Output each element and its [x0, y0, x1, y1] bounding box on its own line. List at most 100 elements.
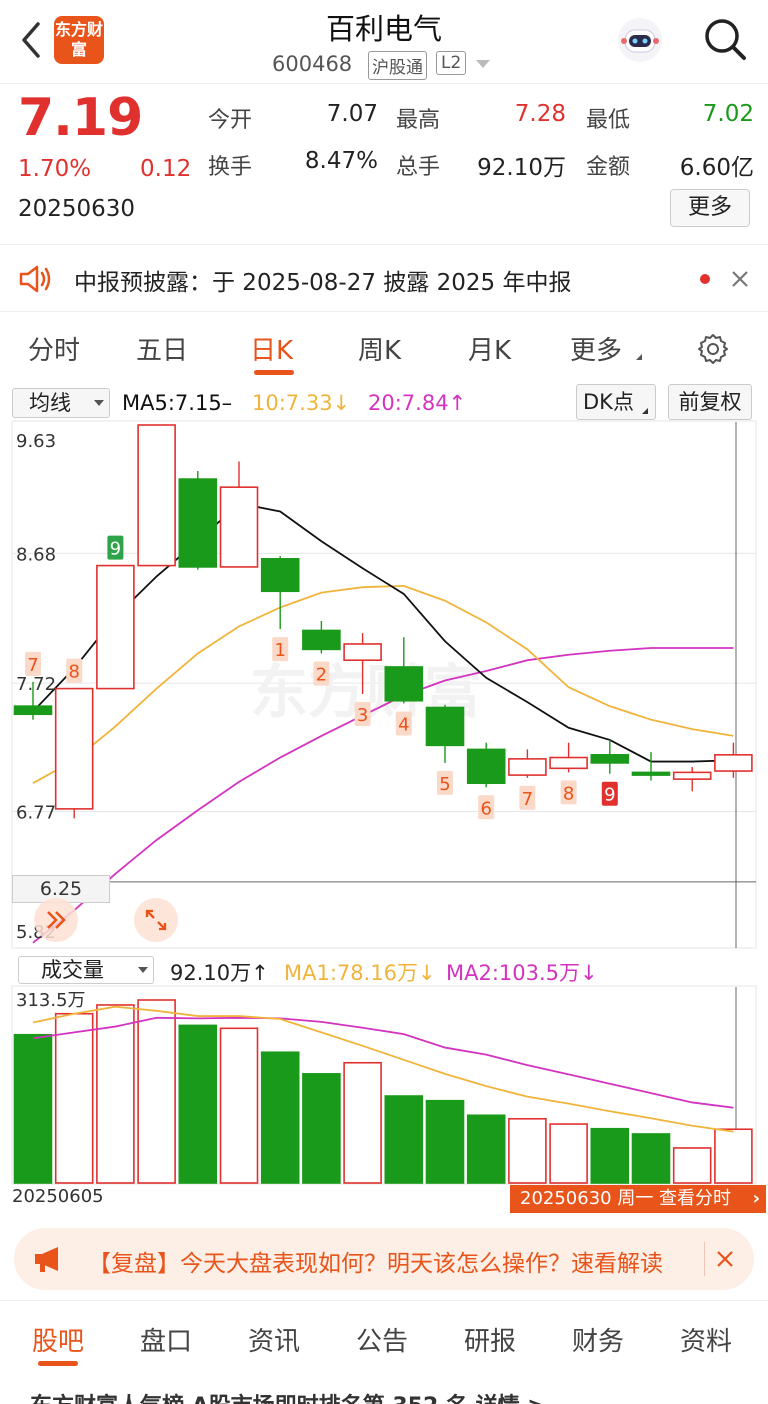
ma20-readout: 20:7.84↑ — [368, 391, 467, 415]
popularity-rank-row[interactable]: 东方财富人气榜 A股市场即时排名第 352 名 详情 > — [30, 1388, 546, 1404]
volume-bar — [425, 1099, 465, 1184]
active-bottom-tab-indicator — [38, 1361, 78, 1366]
kline-chart[interactable]: 东方财富 7 89123 456 7 8 9 9.638.687.726.775.82 — [0, 420, 768, 950]
collapse-panel-button[interactable] — [34, 898, 78, 942]
l2-badge[interactable]: L2 — [436, 51, 467, 75]
indicator-select-caret-icon — [94, 400, 104, 406]
expand-icon — [145, 909, 167, 931]
view-intraday-label: 20250630 周一 查看分时 — [520, 1188, 732, 1209]
indicator-select-label: 均线 — [29, 391, 71, 415]
volume-bar — [631, 1133, 671, 1184]
adjust-button[interactable]: 前复权 — [668, 384, 752, 420]
candle-body — [672, 771, 712, 780]
banner-text[interactable]: 【复盘】今天大盘表现如何？明天该怎么操作？速看解读 — [88, 1244, 700, 1278]
candle-body — [590, 754, 630, 764]
stock-name[interactable]: 百利电气 — [250, 6, 518, 48]
dk-point-label: DK点 — [583, 390, 634, 414]
ai-assistant-robot-icon[interactable] — [616, 16, 664, 64]
candle-body — [178, 478, 218, 568]
candle-body — [260, 558, 300, 593]
tab-news[interactable]: 资讯 — [248, 1321, 300, 1358]
td-label-text: 2 — [316, 664, 327, 685]
td-label-text: 4 — [398, 714, 409, 735]
volume-bar — [54, 1012, 94, 1184]
td-label-text: 9 — [604, 785, 615, 806]
volume-bar — [508, 1117, 547, 1184]
td-label-text: 7 — [27, 655, 38, 676]
td-label-text: 3 — [357, 705, 368, 726]
td-label-text: 9 — [110, 539, 121, 560]
td-label-text: 8 — [563, 783, 574, 804]
tab-guba[interactable]: 股吧 — [32, 1321, 84, 1358]
tab-five-day[interactable]: 五日 — [136, 330, 188, 367]
volume-bar — [13, 1033, 53, 1184]
settings-gear-icon[interactable] — [696, 332, 730, 366]
candle-body — [384, 666, 424, 702]
y-tick-label: 9.63 — [16, 431, 56, 452]
fullscreen-button[interactable] — [134, 898, 178, 942]
ma10-readout: 10:7.33↓ — [252, 391, 351, 415]
turnover-value: 8.47% — [304, 148, 378, 174]
volume-bar — [96, 1004, 135, 1184]
candle-body — [13, 705, 53, 716]
period-tabs: 分时 五日 日K 周K 月K 更多 — [0, 320, 768, 380]
volume-bar — [302, 1073, 341, 1184]
volume-select-caret-icon — [138, 967, 148, 973]
volume-ma1-readout: MA1:78.16万↓ — [284, 961, 436, 985]
tab-monthly-k[interactable]: 月K — [468, 330, 511, 367]
volume-bar — [590, 1127, 630, 1184]
view-intraday-bar[interactable]: 20250630 周一 查看分时 › — [510, 1185, 766, 1213]
volume-ma2-readout: MA2:103.5万↓ — [446, 961, 598, 985]
dk-point-button[interactable]: DK点 — [576, 384, 656, 420]
volume-bar — [466, 1114, 506, 1184]
volume-indicator-label: 成交量 — [41, 958, 104, 982]
speaker-icon — [19, 265, 51, 293]
td-label-text: 7 — [522, 789, 533, 810]
bottom-section-tabs: 股吧 盘口 资讯 公告 研报 财务 资料 — [0, 1300, 768, 1372]
review-banner[interactable]: 【复盘】今天大盘表现如何？明天该怎么操作？速看解读 — [14, 1228, 754, 1290]
volume-indicator-select[interactable]: 成交量 — [18, 956, 154, 984]
volume-readout: 92.10万↑ — [170, 961, 269, 985]
volume-bar — [178, 1024, 218, 1184]
more-quote-button[interactable]: 更多 — [670, 189, 750, 227]
volume-bar — [219, 1027, 259, 1184]
active-tab-indicator — [254, 370, 294, 375]
dk-caret-icon — [642, 408, 648, 414]
quote-date: 20250630 — [18, 196, 136, 222]
tab-order-book[interactable]: 盘口 — [140, 1321, 192, 1358]
change-percent: 1.70% — [18, 156, 92, 182]
candle-body — [219, 486, 259, 568]
ma5-readout: MA5:7.15– — [122, 391, 233, 415]
candle-body — [714, 754, 753, 772]
hgt-badge: 沪股通 — [368, 51, 427, 80]
candle-body — [343, 643, 382, 661]
search-icon[interactable] — [702, 16, 748, 62]
tab-announcements[interactable]: 公告 — [356, 1321, 408, 1358]
volume-max-label: 313.5万 — [16, 990, 86, 1011]
back-arrow-icon[interactable] — [16, 18, 46, 62]
tab-intraday[interactable]: 分时 — [28, 330, 80, 367]
close-icon[interactable] — [730, 269, 750, 289]
notice-text[interactable]: 中报预披露：于 2025-08-27 披露 2025 年中报 — [74, 263, 571, 297]
stock-switch-caret-icon[interactable] — [476, 60, 490, 68]
tab-research[interactable]: 研报 — [464, 1321, 516, 1358]
tab-weekly-k[interactable]: 周K — [358, 330, 401, 367]
megaphone-icon — [35, 1247, 58, 1272]
volume-label: 总手 — [396, 155, 441, 180]
app-logo[interactable]: 东方财富 — [54, 16, 104, 64]
notice-bar[interactable]: 中报预披露：于 2025-08-27 披露 2025 年中报 — [0, 244, 768, 312]
high-label: 最高 — [396, 108, 441, 133]
volume-chart[interactable]: 313.5万 — [0, 985, 768, 1185]
tab-finance[interactable]: 财务 — [572, 1321, 624, 1358]
tab-daily-k[interactable]: 日K — [250, 330, 293, 367]
y-tick-label: 6.77 — [16, 803, 56, 824]
volume-bar — [343, 1061, 382, 1184]
candle-body — [302, 629, 341, 651]
banner-close-icon[interactable] — [716, 1250, 734, 1268]
low-label: 最低 — [586, 108, 631, 133]
turnover-label: 换手 — [208, 155, 253, 180]
tab-profile[interactable]: 资料 — [680, 1321, 732, 1358]
volume-bar — [384, 1095, 424, 1184]
tab-more[interactable]: 更多 — [570, 330, 622, 367]
banner-divider — [704, 1242, 705, 1276]
